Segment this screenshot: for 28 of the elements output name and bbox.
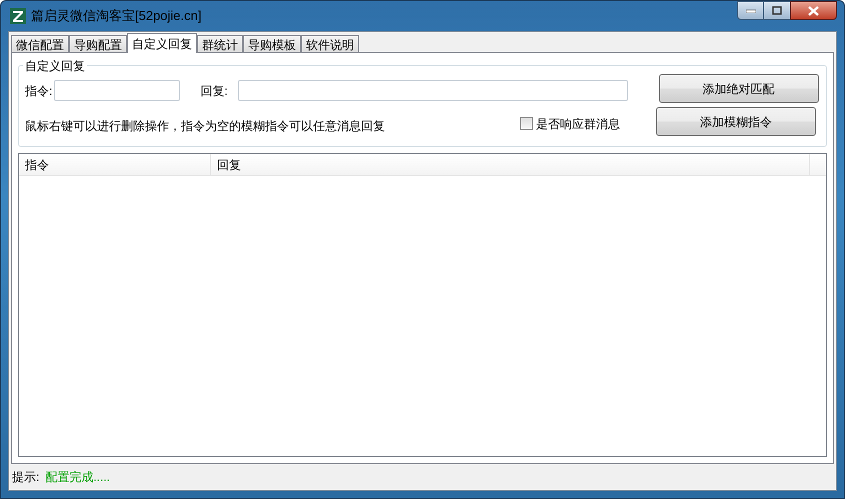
group-title: 自定义回复: [23, 57, 87, 75]
tab[interactable]: 导购配置: [69, 35, 127, 52]
tab[interactable]: 群统计: [197, 35, 243, 52]
command-field[interactable]: [54, 80, 180, 101]
column-header[interactable]: 指令: [19, 154, 211, 175]
status-label: 提示:: [12, 469, 40, 486]
close-icon: [808, 6, 819, 16]
column-header[interactable]: 回复: [211, 154, 810, 175]
checkbox[interactable]: [520, 117, 533, 130]
status-message: 配置完成.....: [45, 469, 110, 486]
window-title: 篇启灵微信淘客宝[52pojie.cn]: [31, 7, 202, 26]
hint-text: 鼠标右键可以进行删除操作，指令为空的模糊指令可以任意消息回复: [25, 118, 386, 134]
app-icon: [10, 8, 26, 24]
group-message-checkbox[interactable]: 是否响应群消息: [520, 114, 656, 132]
close-button[interactable]: [790, 1, 837, 20]
minimize-icon: [746, 8, 756, 12]
command-label: 指令:: [25, 82, 52, 100]
maximize-button[interactable]: [764, 1, 790, 20]
add-fuzzy-command-button[interactable]: 添加模糊指令: [656, 107, 816, 136]
maximize-icon: [772, 6, 782, 15]
tab[interactable]: 导购模板: [243, 35, 301, 52]
add-exact-match-button[interactable]: 添加绝对匹配: [658, 74, 819, 103]
tab[interactable]: 软件说明: [301, 35, 359, 52]
minimize-button[interactable]: [737, 1, 764, 20]
reply-field[interactable]: [238, 80, 628, 101]
reply-label: 回复:: [200, 82, 228, 100]
tab[interactable]: 微信配置: [11, 35, 69, 52]
tab[interactable]: 自定义回复: [127, 33, 197, 53]
